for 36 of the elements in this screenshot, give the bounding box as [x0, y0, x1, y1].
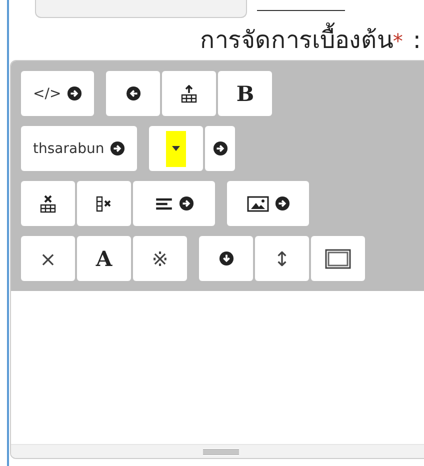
toolbar-button[interactable]: [205, 126, 236, 171]
color-dropdown[interactable]: [149, 126, 204, 171]
toolbar-button[interactable]: [311, 236, 365, 281]
arrow-circle-icon: [274, 196, 290, 211]
required-mark: *: [392, 29, 403, 53]
toolbar-button[interactable]: [21, 181, 75, 226]
toolbar-button[interactable]: ↕: [255, 236, 309, 281]
toolbar-button[interactable]: thsarabun: [21, 126, 138, 171]
arrow-circle-icon: [110, 141, 126, 156]
resize-handle[interactable]: [11, 444, 424, 458]
down-circle-icon: [218, 251, 234, 266]
toolbar-button[interactable]: ※: [133, 236, 187, 281]
input-field[interactable]: [35, 0, 247, 18]
fullscreen-frame-icon: [325, 248, 351, 268]
grip-icon: [203, 448, 239, 454]
back-circle-icon: [126, 86, 141, 101]
arrow-circle-icon: [178, 196, 194, 211]
table-delete-icon: [39, 194, 57, 212]
arrow-circle-icon: [67, 86, 82, 101]
toolbar-button[interactable]: [162, 71, 216, 116]
toolbar-button[interactable]: [77, 181, 131, 226]
arrow-circle-icon: [212, 141, 228, 156]
toolbar-button[interactable]: [199, 236, 253, 281]
toolbar-button[interactable]: </>: [21, 71, 94, 116]
toolbar-button[interactable]: [106, 71, 160, 116]
image-icon: [246, 196, 268, 212]
toolbar-button[interactable]: [227, 181, 309, 226]
caret-icon: [172, 146, 180, 151]
table-add-icon: [180, 84, 198, 102]
toolbar-button[interactable]: ×: [21, 236, 75, 281]
toolbar-button[interactable]: [133, 181, 215, 226]
colon-text: :: [412, 26, 421, 54]
toolbar-button[interactable]: A: [77, 236, 131, 281]
field-label: การจัดการเบื้องต้น: [200, 20, 393, 59]
toolbar-button[interactable]: B: [218, 71, 272, 116]
column-delete-icon: [95, 194, 113, 212]
